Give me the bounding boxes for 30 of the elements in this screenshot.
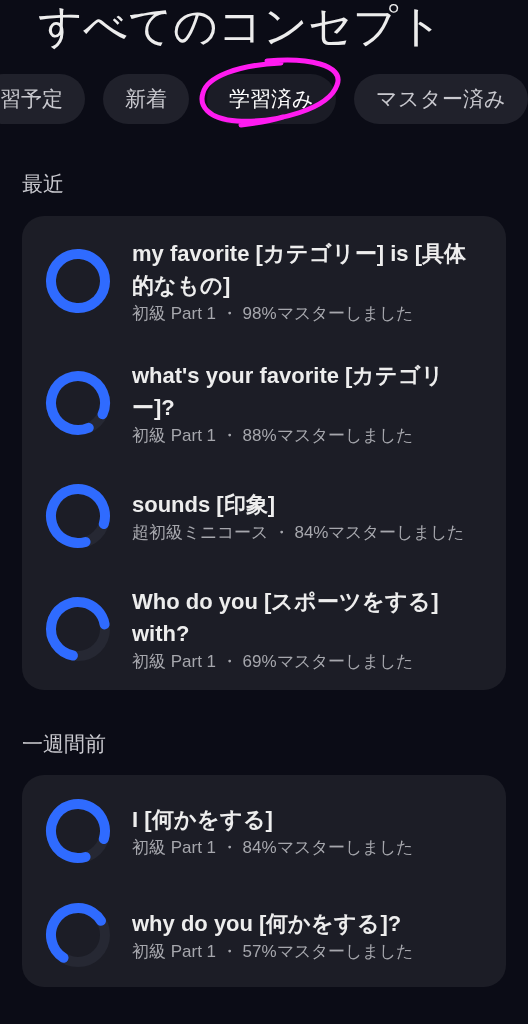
concept-item[interactable]: my favorite [カテゴリー] is [具体的なもの] 初級 Part 1 ・ 98%マスターしました <box>44 237 484 324</box>
progress-ring-icon <box>44 481 112 550</box>
page-title: すべてのコンセプト <box>37 0 444 52</box>
concept-title: my favorite [カテゴリー] is [具体的なもの] <box>132 239 468 300</box>
concept-subtitle: 初級 Part 1 ・ 69%マスターしました <box>132 651 414 672</box>
concept-title: why do you [何かをする]? <box>132 910 403 938</box>
concept-title: I [何かをする] <box>132 806 274 834</box>
filter-tab[interactable]: 新着 <box>103 74 189 124</box>
concept-item[interactable]: what's your favorite [カテゴリー]? 初級 Part 1 ・ 88%マスターしました <box>44 359 484 446</box>
section-heading: 一週間前 <box>22 730 107 757</box>
concept-subtitle: 超初級ミニコース ・ 84%マスターしました <box>132 522 465 543</box>
progress-ring-icon <box>44 901 112 969</box>
progress-ring-icon <box>44 594 112 663</box>
concept-subtitle: 初級 Part 1 ・ 98%マスターしました <box>132 303 414 324</box>
filter-tab[interactable]: マスター済み <box>354 74 528 124</box>
concept-title: sounds [印象] <box>132 490 276 519</box>
filter-tab[interactable]: 習予定 <box>0 74 85 124</box>
concept-item[interactable]: Who do you [スポーツをする] with? 初級 Part 1 ・ 69%マスターしました <box>44 585 484 672</box>
concept-subtitle: 初級 Part 1 ・ 88%マスターしました <box>132 425 414 446</box>
progress-ring-icon <box>44 246 112 315</box>
concept-title: Who do you [スポーツをする] with? <box>132 587 440 648</box>
concept-item[interactable]: sounds [印象] 超初級ミニコース ・ 84%マスターしました <box>44 481 484 550</box>
concept-subtitle: 初級 Part 1 ・ 57%マスターしました <box>132 942 413 962</box>
concept-item[interactable]: why do you [何かをする]? 初級 Part 1 ・ 57%マスターしました <box>44 901 484 969</box>
concept-item[interactable]: I [何かをする] 初級 Part 1 ・ 84%マスターしました <box>44 797 484 865</box>
concept-subtitle: 初級 Part 1 ・ 84%マスターしました <box>132 838 413 858</box>
concept-title: what's your favorite [カテゴリー]? <box>132 361 446 422</box>
section-heading: 最近 <box>22 171 65 197</box>
progress-ring-icon <box>44 368 112 437</box>
progress-ring-icon <box>44 797 112 865</box>
